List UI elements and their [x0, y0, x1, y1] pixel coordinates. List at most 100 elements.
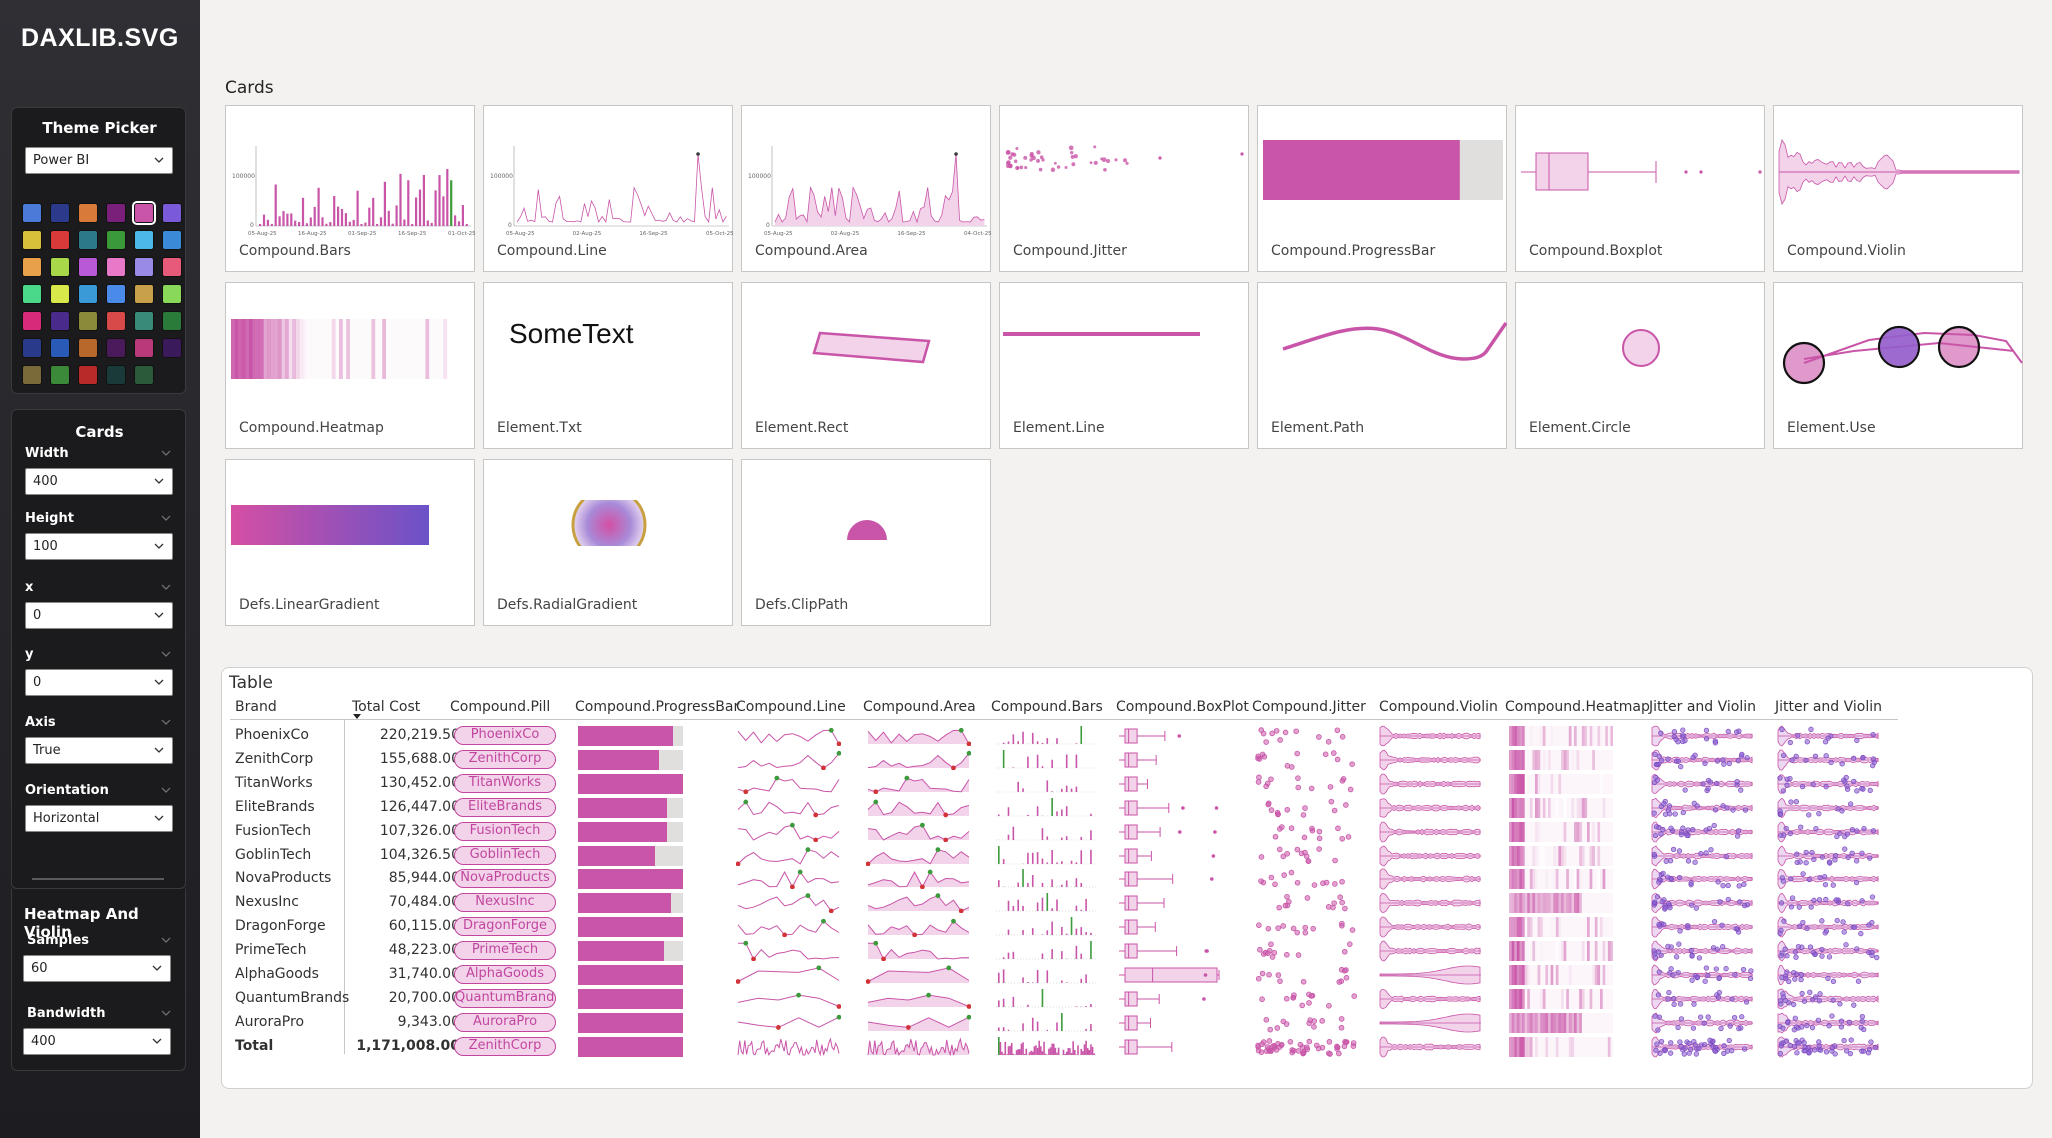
card-defs-radialgradient[interactable]: Defs.RadialGradient: [483, 459, 733, 626]
column-header[interactable]: Compound.Jitter: [1252, 699, 1366, 715]
table-total-row[interactable]: Total 1,171,008.00 ZenithCorp: [222, 1035, 1902, 1059]
theme-swatch[interactable]: [106, 338, 126, 358]
theme-swatch[interactable]: [50, 203, 70, 223]
sort-descending-icon[interactable]: [352, 714, 362, 720]
theme-swatch[interactable]: [162, 230, 182, 250]
theme-swatch[interactable]: [162, 257, 182, 277]
card-element-txt[interactable]: SomeText Element.Txt: [483, 282, 733, 449]
card-compound-boxplot[interactable]: Compound.Boxplot: [1515, 105, 1765, 272]
card-element-circle[interactable]: Element.Circle: [1515, 282, 1765, 449]
theme-swatch[interactable]: [78, 365, 98, 385]
theme-swatch[interactable]: [50, 284, 70, 304]
theme-swatch[interactable]: [134, 284, 154, 304]
table-row[interactable]: PhoenixCo 220,219.50 PhoenixCo: [222, 724, 1902, 748]
table-row[interactable]: TitanWorks 130,452.00 TitanWorks: [222, 772, 1902, 796]
table-row[interactable]: AlphaGoods 31,740.00 AlphaGoods: [222, 963, 1902, 987]
card-compound-jitter[interactable]: Compound.Jitter: [999, 105, 1249, 272]
theme-swatch[interactable]: [78, 284, 98, 304]
card-compound-heatmap[interactable]: Compound.Heatmap: [225, 282, 475, 449]
select-height[interactable]: 100: [25, 533, 173, 560]
theme-swatch[interactable]: [50, 365, 70, 385]
theme-swatch[interactable]: [78, 257, 98, 277]
theme-swatch[interactable]: [22, 365, 42, 385]
table-row[interactable]: DragonForge 60,115.00 DragonForge: [222, 915, 1902, 939]
column-header[interactable]: Total Cost: [352, 699, 420, 715]
theme-swatch[interactable]: [162, 338, 182, 358]
theme-swatch[interactable]: [50, 311, 70, 331]
card-element-rect[interactable]: Element.Rect: [741, 282, 991, 449]
theme-swatch[interactable]: [50, 230, 70, 250]
column-header[interactable]: Brand: [235, 699, 277, 715]
heatmap-band: [1545, 869, 1549, 890]
column-header[interactable]: Jitter and Violin: [1649, 699, 1756, 715]
select-orientation[interactable]: Horizontal: [25, 805, 173, 832]
card-compound-bars[interactable]: 100000 0 05-Aug-25 16-Aug-25 01-Sep-25 16-Sep…: [225, 105, 476, 272]
card-compound-progressbar[interactable]: Compound.ProgressBar: [1257, 105, 1507, 272]
theme-swatch[interactable]: [22, 203, 42, 223]
select-samples[interactable]: 60: [23, 955, 171, 982]
theme-swatch[interactable]: [22, 230, 42, 250]
theme-swatch[interactable]: [134, 230, 154, 250]
theme-swatch[interactable]: [134, 257, 154, 277]
card-element-line[interactable]: Element.Line: [999, 282, 1249, 449]
theme-swatch[interactable]: [106, 284, 126, 304]
jitter-point: [1816, 998, 1822, 1004]
theme-swatch[interactable]: [162, 311, 182, 331]
column-header[interactable]: Compound.Pill: [450, 699, 550, 715]
theme-swatch[interactable]: [22, 311, 42, 331]
column-header[interactable]: Jitter and Violin: [1775, 699, 1882, 715]
theme-swatch[interactable]: [22, 338, 42, 358]
column-header[interactable]: Compound.BoxPlot: [1116, 699, 1249, 715]
theme-swatch[interactable]: [50, 257, 70, 277]
theme-swatch[interactable]: [106, 257, 126, 277]
spark-bar: [1012, 951, 1015, 960]
theme-swatch[interactable]: [134, 365, 154, 385]
table-row[interactable]: NovaProducts 85,944.00 NovaProducts: [222, 867, 1902, 891]
theme-swatch[interactable]: [22, 284, 42, 304]
theme-swatch[interactable]: [106, 230, 126, 250]
theme-swatch[interactable]: [78, 311, 98, 331]
table-row[interactable]: ZenithCorp 155,688.00 ZenithCorp: [222, 748, 1902, 772]
theme-swatch[interactable]: [78, 338, 98, 358]
theme-swatch[interactable]: [78, 230, 98, 250]
table-row[interactable]: PrimeTech 48,223.00 PrimeTech: [222, 939, 1902, 963]
theme-swatch[interactable]: [162, 203, 182, 223]
jitter-point: [1811, 897, 1817, 904]
select-x[interactable]: 0: [25, 602, 173, 629]
column-header[interactable]: Compound.Violin: [1379, 699, 1498, 715]
table-row[interactable]: AuroraPro 9,343.00 AuroraPro: [222, 1011, 1902, 1035]
card-defs-lineargradient[interactable]: Defs.LinearGradient: [225, 459, 475, 626]
column-header[interactable]: Compound.Bars: [991, 699, 1103, 715]
column-header[interactable]: Compound.ProgressBar: [575, 699, 739, 715]
table-row[interactable]: QuantumBrands 20,700.00 QuantumBrands: [222, 987, 1902, 1011]
card-compound-violin[interactable]: Compound.Violin: [1773, 105, 2023, 272]
theme-swatch[interactable]: [106, 311, 126, 331]
select-axis[interactable]: True: [25, 737, 173, 764]
theme-swatch[interactable]: [106, 365, 126, 385]
column-header[interactable]: Compound.Heatmap: [1505, 699, 1650, 715]
table-row[interactable]: NexusInc 70,484.00 NexusInc: [222, 891, 1902, 915]
card-element-use[interactable]: Element.Use: [1773, 282, 2023, 449]
column-header[interactable]: Compound.Line: [736, 699, 846, 715]
theme-swatch[interactable]: [106, 203, 126, 223]
theme-swatch[interactable]: [50, 338, 70, 358]
column-header[interactable]: Compound.Area: [863, 699, 976, 715]
table-row[interactable]: GoblinTech 104,326.50 GoblinTech: [222, 844, 1902, 868]
select-y[interactable]: 0: [25, 669, 173, 696]
card-compound-line[interactable]: 100000 0 05-Aug-25 02-Aug-25 16-Sep-25 05-Oct…: [483, 105, 734, 272]
theme-swatch[interactable]: [22, 257, 42, 277]
select-bandwidth[interactable]: 400: [23, 1028, 171, 1055]
theme-swatch[interactable]: [134, 311, 154, 331]
card-element-path[interactable]: Element.Path: [1257, 282, 1508, 449]
heatmap-band: [1524, 917, 1528, 938]
theme-select[interactable]: Power BI: [25, 147, 173, 174]
theme-swatch[interactable]: [132, 201, 156, 225]
table-row[interactable]: FusionTech 107,326.00 FusionTech: [222, 820, 1902, 844]
card-compound-area[interactable]: 100000 0 05-Aug-25 02-Aug-25 16-Sep-25 04-Oct…: [741, 105, 992, 272]
theme-swatch[interactable]: [78, 203, 98, 223]
card-defs-clippath[interactable]: Defs.ClipPath: [741, 459, 991, 626]
table-row[interactable]: EliteBrands 126,447.00 EliteBrands: [222, 796, 1902, 820]
select-width[interactable]: 400: [25, 468, 173, 495]
theme-swatch[interactable]: [162, 284, 182, 304]
theme-swatch[interactable]: [134, 338, 154, 358]
